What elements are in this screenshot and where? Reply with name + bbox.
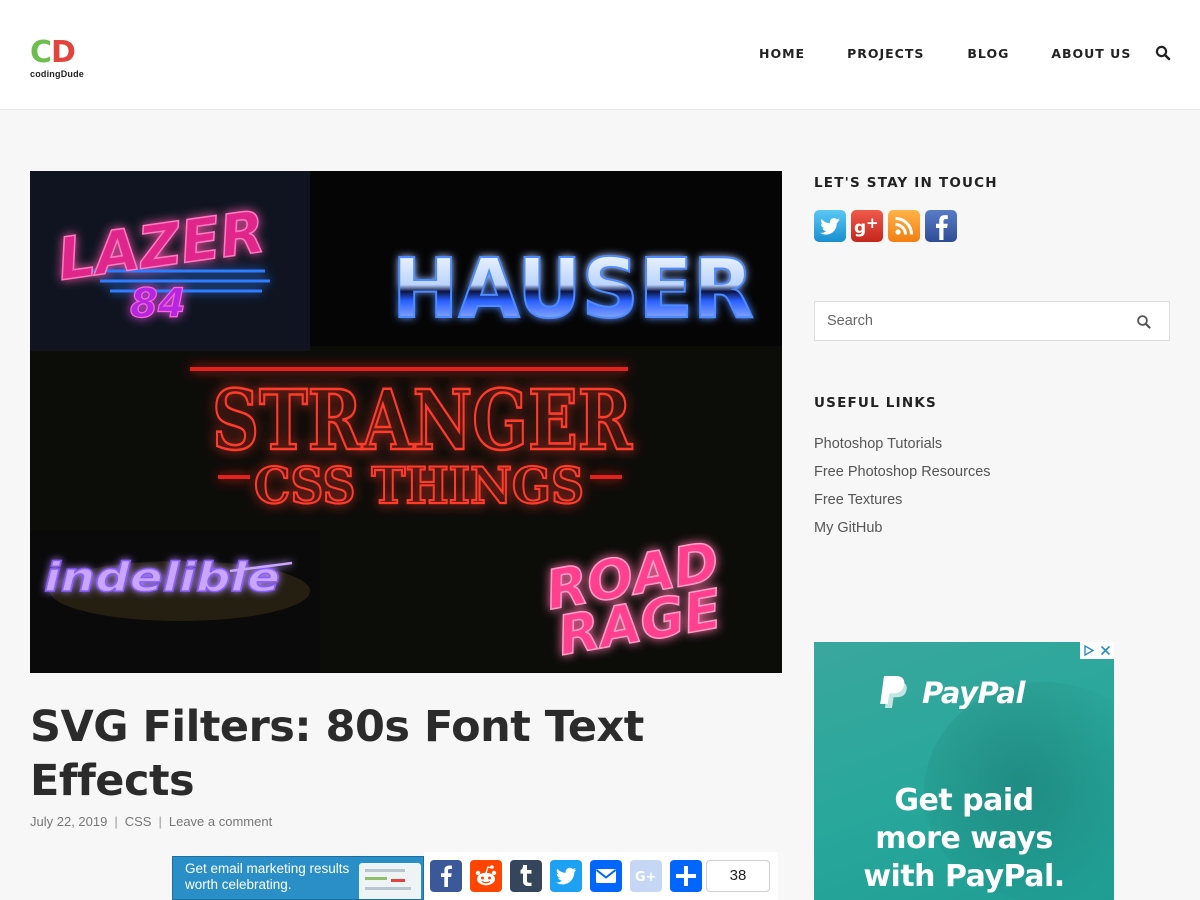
paypal-ad[interactable]: PayPal Get paid more ways with PayPal.: [814, 642, 1114, 900]
useful-links-title: USEFUL LINKS: [814, 395, 937, 411]
list-item: Free Textures: [814, 490, 991, 518]
logo-mark: CD: [30, 38, 92, 68]
headline-line: Get paid: [894, 783, 1034, 818]
eighty-four-text: 84: [130, 281, 186, 327]
css-things-text: CSS THINGS: [254, 456, 584, 515]
email-marketing-ad[interactable]: Get email marketing results worth celebr…: [172, 856, 424, 900]
nav-blog[interactable]: BLOG: [967, 46, 1009, 61]
meta-separator: |: [158, 814, 162, 829]
sidebar-search: [814, 301, 1170, 341]
main-nav: HOME PROJECTS BLOG ABOUT US: [759, 45, 1173, 61]
useful-links-list: Photoshop Tutorials Free Photoshop Resou…: [814, 434, 991, 546]
google-plus-icon[interactable]: g +: [851, 210, 883, 242]
indelible-text: indelible: [44, 555, 280, 601]
featured-image[interactable]: LAZER 84 HAUSER STRANGER CSS THINGS inde…: [30, 171, 782, 673]
post-meta: July 22, 2019 | CSS | Leave a comment: [30, 814, 272, 829]
link-free-textures[interactable]: Free Textures: [814, 492, 902, 508]
adchoices-icon[interactable]: [1081, 643, 1096, 658]
post-category[interactable]: CSS: [125, 814, 152, 829]
headline-line: more ways: [875, 821, 1053, 856]
list-item: My GitHub: [814, 518, 991, 546]
svg-text:G+: G+: [635, 870, 657, 885]
stay-in-touch-title: LET'S STAY IN TOUCH: [814, 175, 998, 191]
nav-home[interactable]: HOME: [759, 46, 805, 61]
stranger-things-art: STRANGER CSS THINGS: [190, 367, 634, 516]
logo-letter-d: D: [51, 35, 76, 70]
reddit-icon[interactable]: [470, 860, 502, 892]
link-photoshop-tutorials[interactable]: Photoshop Tutorials: [814, 436, 942, 452]
logo-letter-c: C: [30, 35, 52, 70]
hauser-art: HAUSER: [391, 241, 755, 338]
paypal-wordmark: PayPal: [922, 676, 1025, 710]
facebook-icon[interactable]: [430, 860, 462, 892]
paypal-logo: PayPal: [876, 674, 1025, 712]
link-my-github[interactable]: My GitHub: [814, 520, 883, 536]
ad-banner-text: Get email marketing results worth celebr…: [185, 861, 350, 892]
logo-text: codingDude: [30, 69, 84, 79]
svg-text:g: g: [854, 218, 866, 238]
link-free-photoshop-resources[interactable]: Free Photoshop Resources: [814, 464, 991, 480]
email-icon[interactable]: [590, 860, 622, 892]
twitter-icon[interactable]: [814, 210, 846, 242]
headline-line: with PayPal.: [863, 859, 1065, 894]
list-item: Photoshop Tutorials: [814, 434, 991, 462]
meta-separator: |: [114, 814, 118, 829]
list-item: Free Photoshop Resources: [814, 462, 991, 490]
site-logo[interactable]: CD codingDude: [30, 38, 92, 84]
share-plus-icon[interactable]: [670, 860, 702, 892]
svg-text:+: +: [866, 214, 879, 232]
twitter-icon[interactable]: [550, 860, 582, 892]
leave-comment-link[interactable]: Leave a comment: [169, 814, 272, 829]
rss-icon[interactable]: [888, 210, 920, 242]
paypal-p-icon: [880, 676, 907, 708]
facebook-icon[interactable]: [925, 210, 957, 242]
hauser-text: HAUSER: [392, 242, 754, 337]
indelible-art: indelible: [43, 554, 293, 602]
adchoices[interactable]: [1080, 642, 1114, 659]
share-count: 38: [706, 860, 770, 892]
search-icon[interactable]: [1136, 314, 1152, 330]
post-title[interactable]: SVG Filters: 80s Font Text Effects: [30, 700, 770, 808]
search-icon[interactable]: [1155, 45, 1171, 61]
post-date[interactable]: July 22, 2019: [30, 814, 107, 829]
stranger-text: STRANGER: [212, 373, 633, 469]
google-plus-icon[interactable]: G+: [630, 860, 662, 892]
nav-about-us[interactable]: ABOUT US: [1051, 46, 1131, 61]
close-icon[interactable]: [1098, 643, 1113, 658]
share-bar: G+ 38: [424, 852, 778, 900]
paypal-headline: Get paid more ways with PayPal.: [814, 782, 1114, 896]
nav-projects[interactable]: PROJECTS: [847, 46, 924, 61]
search-input[interactable]: [815, 302, 1125, 340]
tumblr-icon[interactable]: [510, 860, 542, 892]
ad-banner-screenshot: [359, 863, 421, 899]
site-header: CD codingDude HOME PROJECTS BLOG ABOUT U…: [0, 0, 1200, 110]
